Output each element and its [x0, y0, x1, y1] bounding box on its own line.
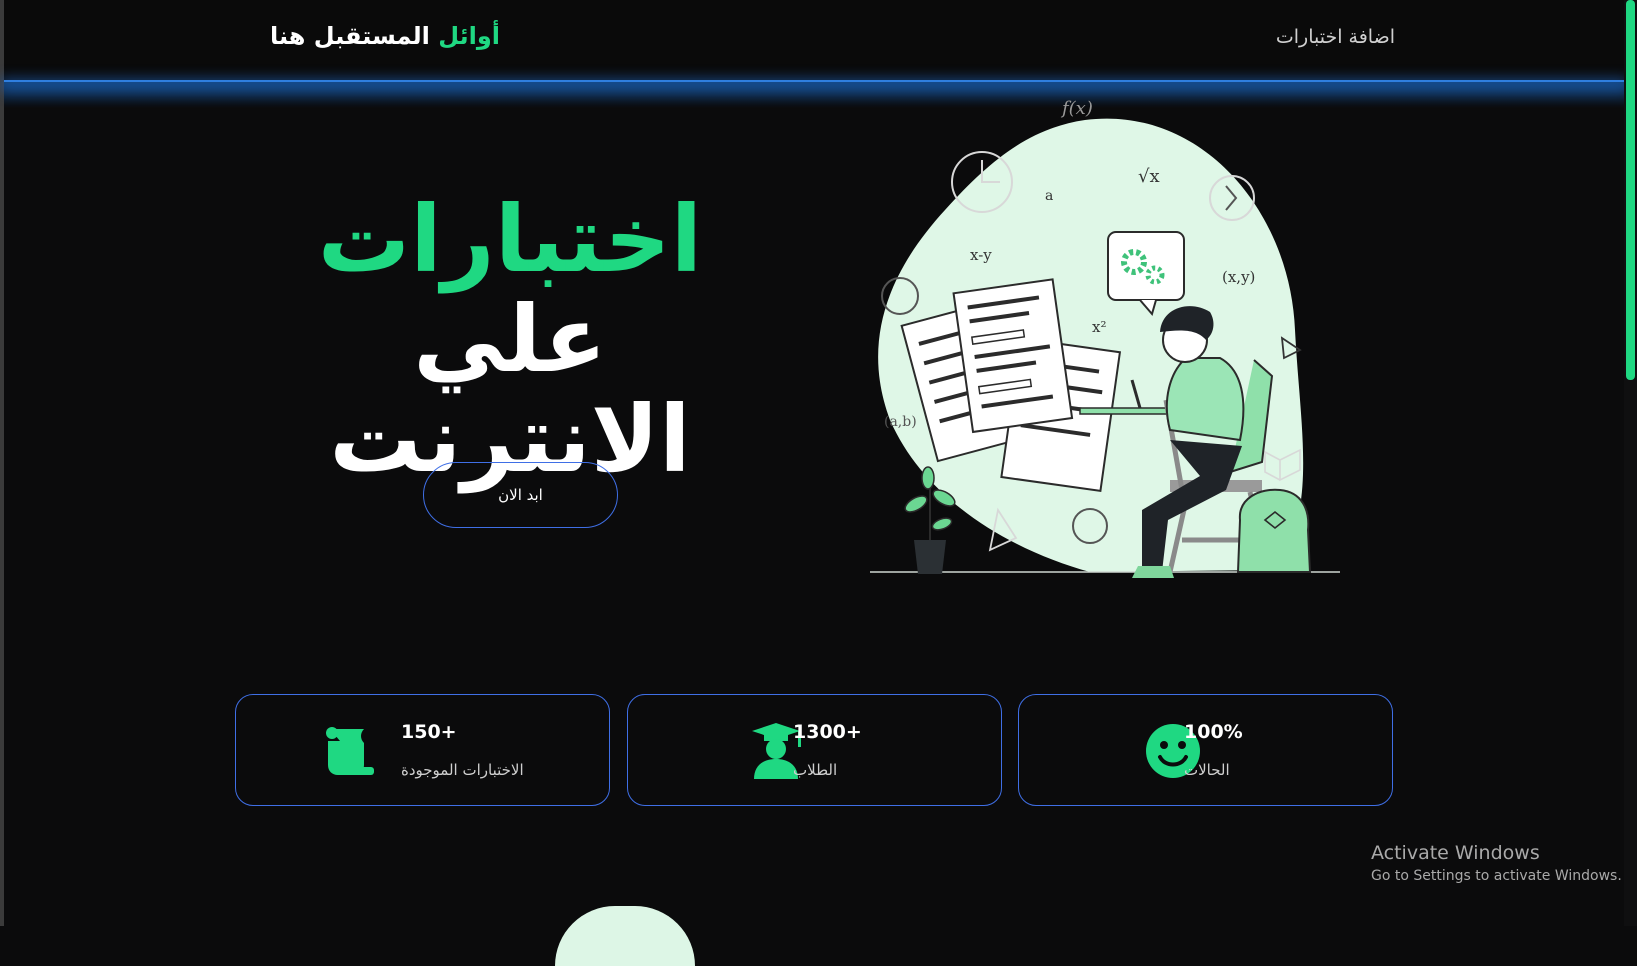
stat-value: 100%	[1184, 721, 1243, 743]
student-exam-illustration: f(x) √x a x-y x² (x,y) (a,b)	[870, 100, 1340, 578]
watermark-subtitle: Go to Settings to activate Windows.	[1371, 868, 1622, 884]
stat-label: الاختبارات الموجودة	[401, 761, 524, 779]
add-exams-link[interactable]: اضافة اختبارات	[1260, 26, 1395, 48]
stat-card-exams: 150+ الاختبارات الموجودة	[235, 694, 610, 806]
watermark-title: Activate Windows	[1371, 842, 1540, 864]
svg-text:a: a	[1045, 188, 1053, 204]
next-section-illustration-top	[555, 906, 695, 966]
stat-value: 150+	[401, 721, 457, 743]
scroll-icon	[326, 727, 374, 775]
hero-title-word: علي	[413, 286, 607, 393]
start-now-button[interactable]: ابد الان	[423, 462, 618, 528]
stat-value: 1300+	[793, 721, 862, 743]
stat-card-students: 1300+ الطلاب	[627, 694, 1002, 806]
brand-logo[interactable]: أوائل المستقبل هنا	[270, 22, 505, 50]
svg-text:√x: √x	[1138, 166, 1160, 187]
svg-text:x-y: x-y	[970, 246, 992, 264]
hero-title-line-1: اختبارات علي	[220, 190, 800, 390]
brand-accent-text: أوائل	[438, 22, 501, 50]
window-left-edge	[0, 0, 4, 926]
hero-title: اختبارات علي الانترنت	[220, 190, 800, 490]
scrollbar-thumb[interactable]	[1626, 0, 1635, 380]
brand-rest-text: المستقبل هنا	[270, 22, 430, 50]
stat-card-cases: 100% الحالات	[1018, 694, 1393, 806]
stat-label: الحالات	[1184, 761, 1230, 779]
svg-text:(x,y): (x,y)	[1222, 268, 1255, 286]
svg-text:f(x): f(x)	[1060, 100, 1093, 119]
hero-title-accent: اختبارات	[317, 186, 703, 293]
activate-windows-watermark: Activate Windows Go to Settings to activ…	[1371, 842, 1622, 884]
navbar-glow	[4, 82, 1624, 108]
svg-text:x²: x²	[1092, 318, 1106, 336]
stat-label: الطلاب	[793, 761, 838, 779]
svg-text:(a,b): (a,b)	[884, 414, 917, 430]
